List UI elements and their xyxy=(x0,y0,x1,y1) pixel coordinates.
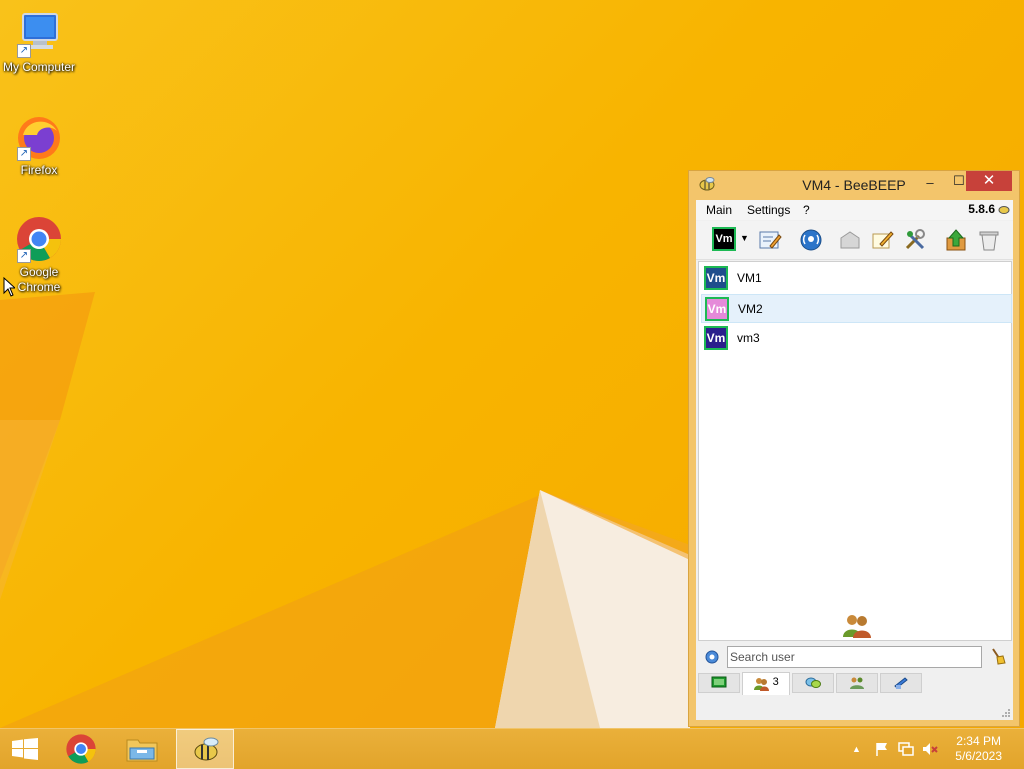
volume-muted-icon[interactable] xyxy=(922,741,938,757)
mail-icon[interactable] xyxy=(838,228,862,252)
taskbar-beebeep[interactable] xyxy=(176,729,234,769)
bee-app-icon xyxy=(194,737,219,761)
users-tab-icon xyxy=(754,678,770,691)
desktop-icon-label: My Computer xyxy=(2,60,76,74)
avatar: Vm xyxy=(705,297,729,321)
beebeep-window[interactable]: VM4 - BeeBEEP – ☐ ✕ Main Settings ? 5.8.… xyxy=(688,170,1020,727)
user-name: vm3 xyxy=(737,331,760,345)
clock-date: 5/6/2023 xyxy=(955,749,1002,763)
menu-help[interactable]: ? xyxy=(803,203,810,217)
show-hidden-icons-button[interactable]: ▲ xyxy=(852,744,868,760)
windows-logo-icon xyxy=(12,738,38,760)
user-name: VM2 xyxy=(738,302,763,316)
network-status-icon[interactable] xyxy=(898,741,914,757)
taskbar-chrome[interactable] xyxy=(52,729,110,769)
chat-bubbles-icon xyxy=(805,677,821,688)
clear-broom-icon[interactable] xyxy=(989,647,1007,665)
user-row-vm3[interactable]: Vm vm3 xyxy=(701,324,1012,353)
network-icon[interactable] xyxy=(799,228,823,252)
user-row-vm1[interactable]: Vm VM1 xyxy=(701,264,1012,293)
file-share-icon xyxy=(894,677,908,689)
folder-icon xyxy=(126,739,158,762)
main-toolbar: Vm ▼ xyxy=(696,221,1013,260)
minimize-button[interactable]: – xyxy=(917,175,943,195)
users-count: 3 xyxy=(772,676,779,688)
tab-chats[interactable] xyxy=(792,673,834,693)
menu-main[interactable]: Main xyxy=(706,203,732,217)
taskbar-clock[interactable]: 2:34 PM 5/6/2023 xyxy=(955,734,1002,764)
home-monitor-icon xyxy=(711,676,727,688)
bee-version-icon xyxy=(998,206,1010,214)
tab-files[interactable] xyxy=(880,673,922,693)
status-avatar: Vm xyxy=(712,227,736,251)
menu-bar: Main Settings ? 5.8.6 xyxy=(696,200,1013,220)
window-titlebar[interactable]: VM4 - BeeBEEP – ☐ ✕ xyxy=(689,171,1019,199)
desktop-icon-label: Firefox xyxy=(20,163,58,177)
tab-users[interactable]: 3 xyxy=(742,672,790,695)
search-bar xyxy=(696,643,1013,671)
taskbar: ▲ 2:34 PM 5/6/2023 xyxy=(0,728,1024,769)
computer-icon: ↗ xyxy=(15,10,63,58)
desktop-icon-firefox[interactable]: ↗ Firefox xyxy=(0,113,78,178)
bottom-tab-bar: 3 xyxy=(696,672,1013,696)
mouse-cursor-icon xyxy=(3,277,15,297)
gear-icon[interactable] xyxy=(704,649,720,665)
chrome-icon: ↗ xyxy=(15,215,63,263)
action-center-flag-icon[interactable] xyxy=(874,741,890,757)
avatar: Vm xyxy=(704,326,728,350)
firefox-icon: ↗ xyxy=(15,113,63,161)
chevron-down-icon: ▼ xyxy=(740,233,749,243)
version-label: 5.8.6 xyxy=(968,202,995,216)
clock-time: 2:34 PM xyxy=(956,734,1001,748)
tools-icon[interactable] xyxy=(903,228,927,252)
user-row-vm2[interactable]: Vm VM2 xyxy=(701,294,1012,323)
tab-groups[interactable] xyxy=(836,673,878,693)
user-list[interactable]: Vm VM1 Vm VM2 Vm vm3 xyxy=(698,261,1012,641)
trash-icon[interactable] xyxy=(977,228,1001,252)
desktop-icon-label: Google Chrome xyxy=(17,265,61,294)
edit-profile-icon[interactable] xyxy=(758,228,782,252)
start-button[interactable] xyxy=(0,729,58,769)
tab-home[interactable] xyxy=(698,673,740,693)
write-note-icon[interactable] xyxy=(871,228,895,252)
chrome-icon xyxy=(66,734,96,764)
status-selector[interactable]: Vm ▼ xyxy=(712,227,752,253)
search-user-input[interactable] xyxy=(727,646,982,668)
users-group-icon xyxy=(843,615,871,638)
avatar: Vm xyxy=(704,266,728,290)
menu-settings[interactable]: Settings xyxy=(747,203,790,217)
user-name: VM1 xyxy=(737,271,762,285)
desktop-icon-my-computer[interactable]: ↗ My Computer xyxy=(0,10,78,75)
update-icon[interactable] xyxy=(944,228,968,252)
taskbar-file-explorer[interactable] xyxy=(113,729,171,769)
window-client-area: Main Settings ? 5.8.6 Vm ▼ Vm VM1 Vm VM2… xyxy=(696,200,1013,720)
close-button[interactable]: ✕ xyxy=(966,171,1012,191)
groups-icon xyxy=(850,677,864,689)
resize-grip-icon[interactable] xyxy=(1001,708,1011,718)
